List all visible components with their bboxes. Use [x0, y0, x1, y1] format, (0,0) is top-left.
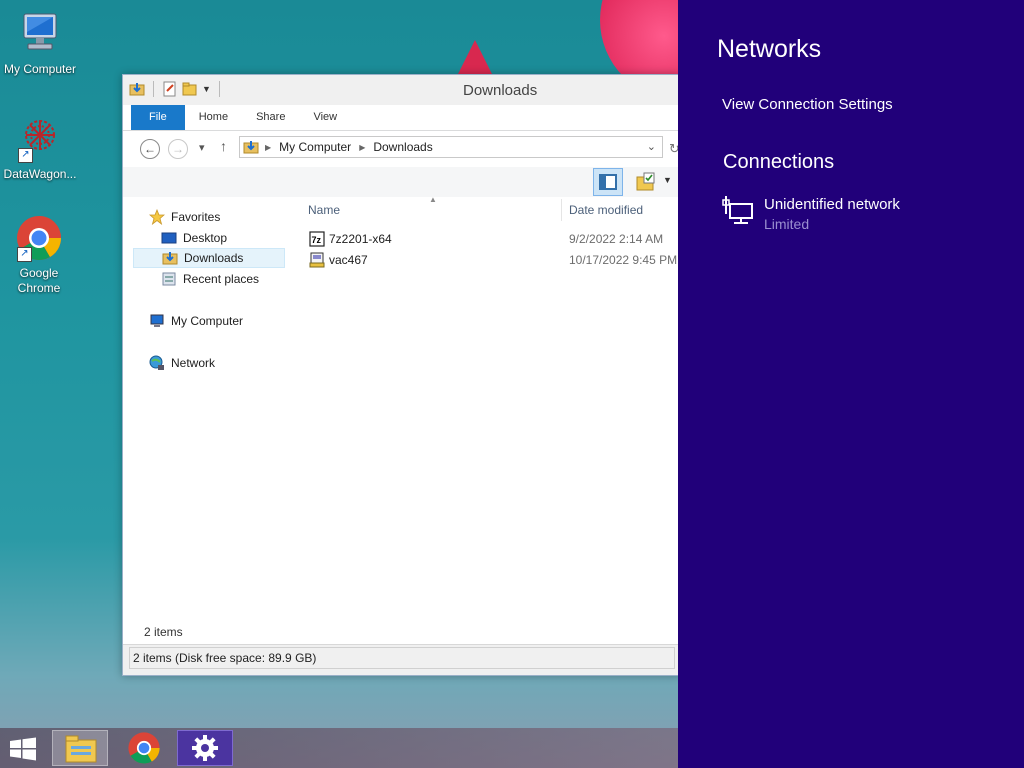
chrome-icon: ↗	[15, 214, 63, 262]
status-text: 2 items (Disk free space: 89.9 GB)	[129, 647, 675, 669]
file-date: 10/17/2022 9:45 PM	[569, 253, 678, 267]
downloads-folder-icon	[162, 250, 178, 266]
networks-charm-panel: Networks View Connection Settings Connec…	[678, 0, 1024, 768]
nav-label: Desktop	[183, 231, 228, 245]
nav-label: Favorites	[171, 210, 221, 224]
file-row[interactable]: 7z 7z2201-x64 9/2/2022 2:14 AM	[301, 229, 679, 249]
nav-recent-places[interactable]: Recent places	[161, 269, 259, 289]
toolbar-separator	[153, 81, 154, 97]
file-row[interactable]: vac467 10/17/2022 9:45 PM	[301, 250, 679, 270]
desktop-icon-my-computer[interactable]: My Computer	[0, 10, 80, 77]
preview-pane-button[interactable]	[593, 168, 623, 196]
desktop: My Computer ↗ DataWagon... ↗ Google Chro…	[0, 0, 1024, 768]
svg-text:7z: 7z	[312, 235, 322, 245]
customize-toolbar-dropdown-icon[interactable]: ▼	[202, 84, 211, 94]
preview-pane-icon	[599, 174, 617, 190]
desktop-icon-label: Google Chrome	[17, 266, 61, 295]
folder-check-icon[interactable]	[635, 171, 657, 193]
file-date: 9/2/2022 2:14 AM	[569, 232, 664, 246]
toolbar-separator	[218, 81, 220, 97]
desktop-icon-label: My Computer	[3, 62, 77, 76]
gear-icon	[192, 735, 218, 761]
status-bar: 2 items (Disk free space: 89.9 GB)	[123, 644, 679, 675]
navigation-pane: Favorites Desktop Downloads Recent place…	[123, 197, 293, 627]
wired-network-icon	[722, 196, 753, 224]
datawagon-logo-icon: ↗	[16, 115, 64, 163]
taskbar-file-explorer-button[interactable]	[52, 730, 108, 766]
computer-icon	[149, 313, 165, 329]
options-dropdown-icon[interactable]: ▼	[663, 175, 672, 185]
ribbon-tabs: File Home Share View	[123, 105, 679, 131]
address-dropdown-icon[interactable]: ⌄	[647, 140, 656, 153]
network-item-unidentified[interactable]: Unidentified network Limited	[722, 194, 1002, 238]
nav-label: Network	[171, 356, 216, 370]
nav-label: Recent places	[183, 272, 260, 286]
new-folder-icon[interactable]	[182, 81, 198, 97]
tab-share[interactable]: Share	[242, 105, 299, 130]
file-name: vac467	[329, 253, 368, 267]
tab-home[interactable]: Home	[185, 105, 242, 130]
address-bar[interactable]: ▶ My Computer ▶ Downloads ⌄	[239, 136, 663, 158]
network-name: Unidentified network	[764, 196, 900, 213]
view-connection-settings-link[interactable]: View Connection Settings	[722, 96, 893, 113]
item-count: 2 items	[144, 625, 183, 639]
column-header-date-modified[interactable]: Date modified	[569, 203, 643, 217]
nav-label: Downloads	[184, 251, 244, 265]
shortcut-arrow-icon: ↗	[18, 148, 33, 163]
desktop-icon-label: DataWagon...	[3, 167, 77, 181]
breadcrumb-my-computer[interactable]: My Computer	[279, 140, 351, 154]
recent-locations-icon[interactable]: ▾	[199, 141, 205, 154]
forward-button[interactable]: →	[168, 139, 188, 159]
nav-favorites[interactable]: Favorites	[148, 207, 221, 227]
connections-heading: Connections	[723, 151, 835, 173]
title-bar[interactable]: ▼ Downloads	[123, 75, 679, 105]
up-arrow-icon[interactable]: ↑	[220, 138, 227, 154]
desktop-icon-datawagon[interactable]: ↗ DataWagon...	[0, 115, 80, 182]
7zip-installer-icon: 7z	[309, 231, 325, 247]
view-toolstrip: ▼	[123, 167, 679, 197]
file-name: 7z2201-x64	[329, 232, 392, 246]
desktop-icon-google-chrome[interactable]: ↗ Google Chrome	[0, 214, 78, 296]
window-title: Downloads	[463, 82, 538, 99]
nav-desktop[interactable]: Desktop	[161, 228, 227, 248]
back-button[interactable]: ←	[140, 139, 160, 159]
taskbar-chrome-button[interactable]	[116, 730, 172, 766]
desktop-icon	[161, 230, 177, 246]
quick-access-toolbar: ▼	[129, 81, 224, 97]
column-header-name[interactable]: Name	[308, 203, 340, 217]
downloads-folder-icon	[243, 141, 259, 154]
nav-network[interactable]: Network	[149, 353, 215, 373]
charm-title: Networks	[717, 35, 822, 63]
file-list: ▲ Name Date modified 7z 7z2201-x64 9/2/2…	[301, 195, 679, 627]
tab-view[interactable]: View	[299, 105, 351, 130]
folder-download-icon[interactable]	[129, 81, 145, 97]
nav-downloads[interactable]: Downloads	[133, 248, 285, 268]
network-status: Limited	[764, 216, 810, 232]
star-icon	[148, 208, 166, 226]
shortcut-arrow-icon: ↗	[17, 247, 32, 262]
navigation-bar: ← → ▾ ↑ ▶ My Computer ▶ Downloads ⌄ ↻	[123, 131, 680, 167]
recent-places-icon	[161, 271, 177, 287]
file-explorer-icon	[65, 735, 97, 763]
installer-icon	[309, 252, 325, 268]
breadcrumb-separator-icon: ▶	[265, 142, 272, 152]
windows-start-icon[interactable]	[8, 737, 38, 761]
taskbar	[0, 728, 678, 768]
nav-my-computer[interactable]: My Computer	[149, 311, 243, 331]
breadcrumb-separator-icon: ▶	[359, 142, 366, 152]
sort-ascending-icon: ▲	[429, 195, 437, 204]
computer-icon	[16, 10, 64, 58]
nav-label: My Computer	[171, 314, 244, 328]
chrome-icon	[128, 732, 160, 764]
network-globe-icon	[149, 355, 165, 371]
tab-file[interactable]: File	[131, 105, 185, 130]
breadcrumb-downloads[interactable]: Downloads	[373, 140, 432, 154]
properties-icon[interactable]	[162, 81, 178, 97]
taskbar-settings-button[interactable]	[177, 730, 233, 766]
explorer-window: ▼ Downloads File Home Share View ← → ▾ ↑…	[122, 74, 680, 676]
column-separator[interactable]	[561, 199, 562, 221]
